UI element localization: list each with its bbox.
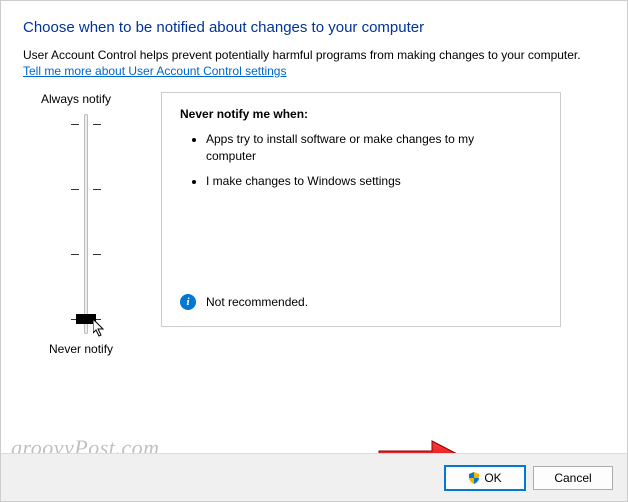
slider-tick — [71, 189, 79, 190]
page-title: Choose when to be notified about changes… — [23, 19, 605, 36]
slider-track — [84, 114, 88, 334]
slider-tick — [71, 254, 79, 255]
slider-tick — [93, 254, 101, 255]
page-subtitle: User Account Control helps prevent poten… — [23, 48, 605, 62]
ok-button[interactable]: OK — [445, 466, 525, 490]
ok-button-label: OK — [484, 471, 501, 485]
slider-tick — [71, 124, 79, 125]
shield-icon — [468, 472, 480, 484]
slider-label-never: Never notify — [49, 342, 113, 356]
info-icon: i — [180, 294, 196, 310]
description-item: Apps try to install software or make cha… — [206, 131, 542, 165]
learn-more-link[interactable]: Tell me more about User Account Control … — [23, 64, 286, 78]
recommendation-row: i Not recommended. — [180, 294, 308, 310]
cancel-button[interactable]: Cancel — [533, 466, 613, 490]
dialog-footer: OK Cancel — [1, 453, 627, 501]
slider-tick — [93, 124, 101, 125]
description-item: I make changes to Windows settings — [206, 173, 542, 190]
cancel-button-label: Cancel — [554, 471, 591, 485]
slider-tick — [93, 189, 101, 190]
description-panel: Never notify me when: Apps try to instal… — [161, 92, 561, 327]
description-heading: Never notify me when: — [180, 107, 542, 121]
slider-label-always: Always notify — [41, 92, 111, 106]
slider-thumb[interactable] — [76, 314, 96, 324]
uac-slider[interactable] — [61, 114, 111, 334]
recommendation-text: Not recommended. — [206, 295, 308, 309]
